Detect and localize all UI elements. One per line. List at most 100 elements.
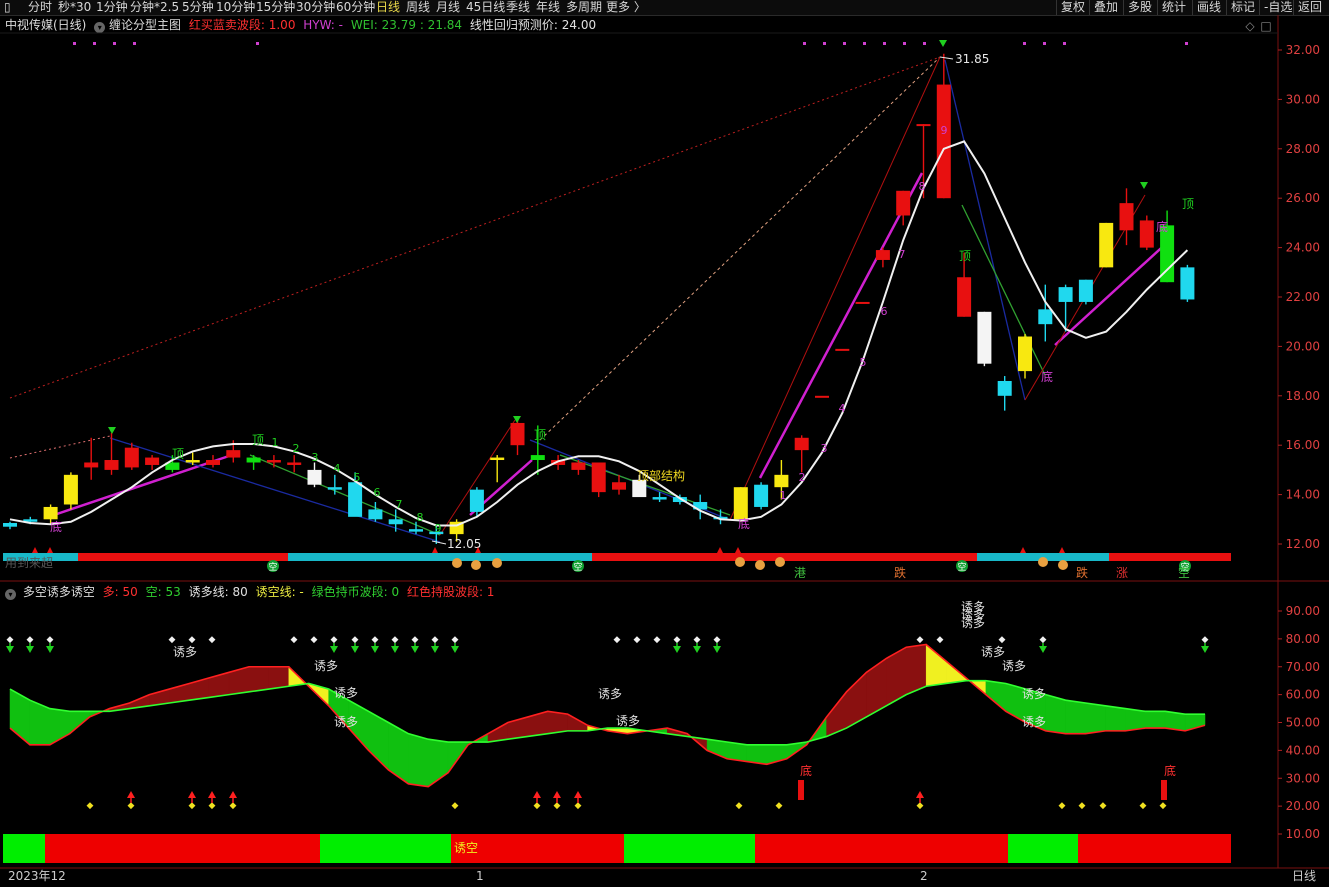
band-marker-icon (755, 560, 765, 570)
green-down-arrow-icon (6, 646, 14, 653)
up-stroke-line (758, 172, 924, 479)
candle-body (266, 460, 281, 463)
white-signal-dot: ◆ (189, 635, 196, 645)
youduo-label: 诱多 (616, 714, 640, 728)
green-down-arrow-icon (391, 646, 399, 653)
sub-area-segment (408, 733, 429, 787)
sub-area-segment (1145, 711, 1166, 729)
candle-body (185, 460, 200, 463)
youduo-label: 诱多 (1002, 659, 1026, 673)
signal-arrow-icon (1140, 182, 1148, 189)
candle-body (754, 484, 769, 507)
down-stroke-line (249, 454, 441, 536)
white-signal-dot: ◆ (937, 635, 944, 645)
candle-body (794, 437, 809, 451)
signal-dot (73, 42, 76, 45)
down-stroke-line (961, 204, 1046, 376)
green-down-arrow-icon (26, 646, 34, 653)
maximize-icon: □ (1260, 19, 1271, 33)
signal-dot (903, 42, 906, 45)
candle-body (530, 455, 545, 461)
candle-body (997, 380, 1012, 396)
toolbar-button[interactable]: 多股 (1123, 0, 1156, 15)
sub-area-segment (985, 680, 1007, 712)
sub-area-segment (1085, 702, 1106, 734)
bottom-label: 底 (1156, 219, 1168, 234)
market-tag: 涨 (1116, 565, 1128, 580)
price-tick-label: 20.00 (1286, 339, 1320, 353)
sequence-number: 6 (881, 305, 888, 318)
dotted-trend-orange (539, 56, 941, 441)
toolbar-button[interactable]: 统计 (1157, 0, 1190, 15)
red-up-arrow-icon (127, 791, 135, 798)
sequence-number: 8 (919, 180, 926, 193)
chart-canvas[interactable]: 32.00 30.00 28.00 26.00 24.00 22.00 20.00 18.00… (0, 0, 1329, 887)
toolbar-button[interactable]: -自选 (1259, 0, 1296, 15)
green-down-arrow-icon (330, 646, 338, 653)
signal-dot (133, 42, 136, 45)
sequence-number: 6 (374, 486, 381, 499)
candle-body (469, 489, 484, 512)
candle-body (571, 462, 586, 470)
sequence-number: 4 (334, 462, 341, 475)
band-marker-icon (735, 557, 745, 567)
yellow-signal-dot: ◆ (452, 801, 459, 811)
market-tag: 跌 (894, 565, 906, 580)
youduo-stack-label: 诱多 (961, 616, 985, 630)
white-signal-dot: ◆ (311, 635, 318, 645)
candle-body (1180, 267, 1195, 300)
swing-outline (439, 419, 516, 536)
sub-area-segment (547, 711, 568, 734)
top-label: 顶 (534, 428, 546, 442)
band-marker-icon (492, 558, 502, 568)
youduo-label: 诱多 (314, 659, 338, 673)
market-tag: 港 (794, 566, 806, 580)
sub-bottom-label: 底 (1164, 763, 1176, 778)
candle-body (1078, 279, 1093, 302)
price-tick-label: 30.00 (1286, 92, 1320, 106)
red-up-arrow-icon (229, 791, 237, 798)
candle-body (63, 474, 78, 505)
toolbar-button[interactable]: 叠加 (1089, 0, 1122, 15)
state-strip-segment (3, 834, 45, 863)
collapse-icon: ◇ (1245, 19, 1255, 33)
top-label: 顶 (252, 433, 264, 447)
candle-body (936, 84, 951, 199)
sub-tick-label: 10.00 (1286, 827, 1320, 841)
toolbar-button[interactable]: 复权 (1056, 0, 1089, 15)
sequence-number: 1 (272, 436, 279, 449)
sub-area-segment (1105, 705, 1126, 732)
toolbar-button[interactable]: 标记 (1226, 0, 1259, 15)
price-tick-label: 24.00 (1286, 241, 1320, 255)
red-up-arrow-icon (208, 791, 216, 798)
sub-area-segment (925, 643, 947, 687)
signal-dot (803, 42, 806, 45)
sub-area-segment (846, 671, 867, 729)
band-up-arrow-icon (735, 547, 741, 553)
price-tick-label: 18.00 (1286, 389, 1320, 403)
candle-body (652, 497, 667, 500)
candle-body (409, 529, 423, 532)
signal-dot (843, 42, 846, 45)
candle-body (957, 277, 972, 317)
band-up-arrow-icon (717, 547, 723, 553)
price-tick-label: 22.00 (1286, 290, 1320, 304)
sequence-number: 2 (293, 442, 300, 455)
candle-body (510, 422, 525, 446)
youduo-label: 诱多 (1022, 715, 1046, 729)
candle-body (1139, 220, 1154, 248)
signal-dot (923, 42, 926, 45)
sequence-number: 7 (899, 248, 906, 261)
green-down-arrow-icon (673, 646, 681, 653)
youduo-label: 诱多 (334, 715, 358, 729)
signal-dot (93, 42, 96, 45)
candle-body (1058, 287, 1073, 302)
band-marker-icon (775, 557, 785, 567)
candle-body (388, 519, 403, 525)
signal-dot (883, 42, 886, 45)
sub-tick-label: 50.00 (1286, 716, 1320, 730)
toolbar-button[interactable]: 画线 (1192, 0, 1225, 15)
candle-body (1018, 336, 1032, 372)
date-label: 2 (920, 869, 928, 883)
toolbar-button[interactable]: 返回 (1293, 0, 1326, 15)
